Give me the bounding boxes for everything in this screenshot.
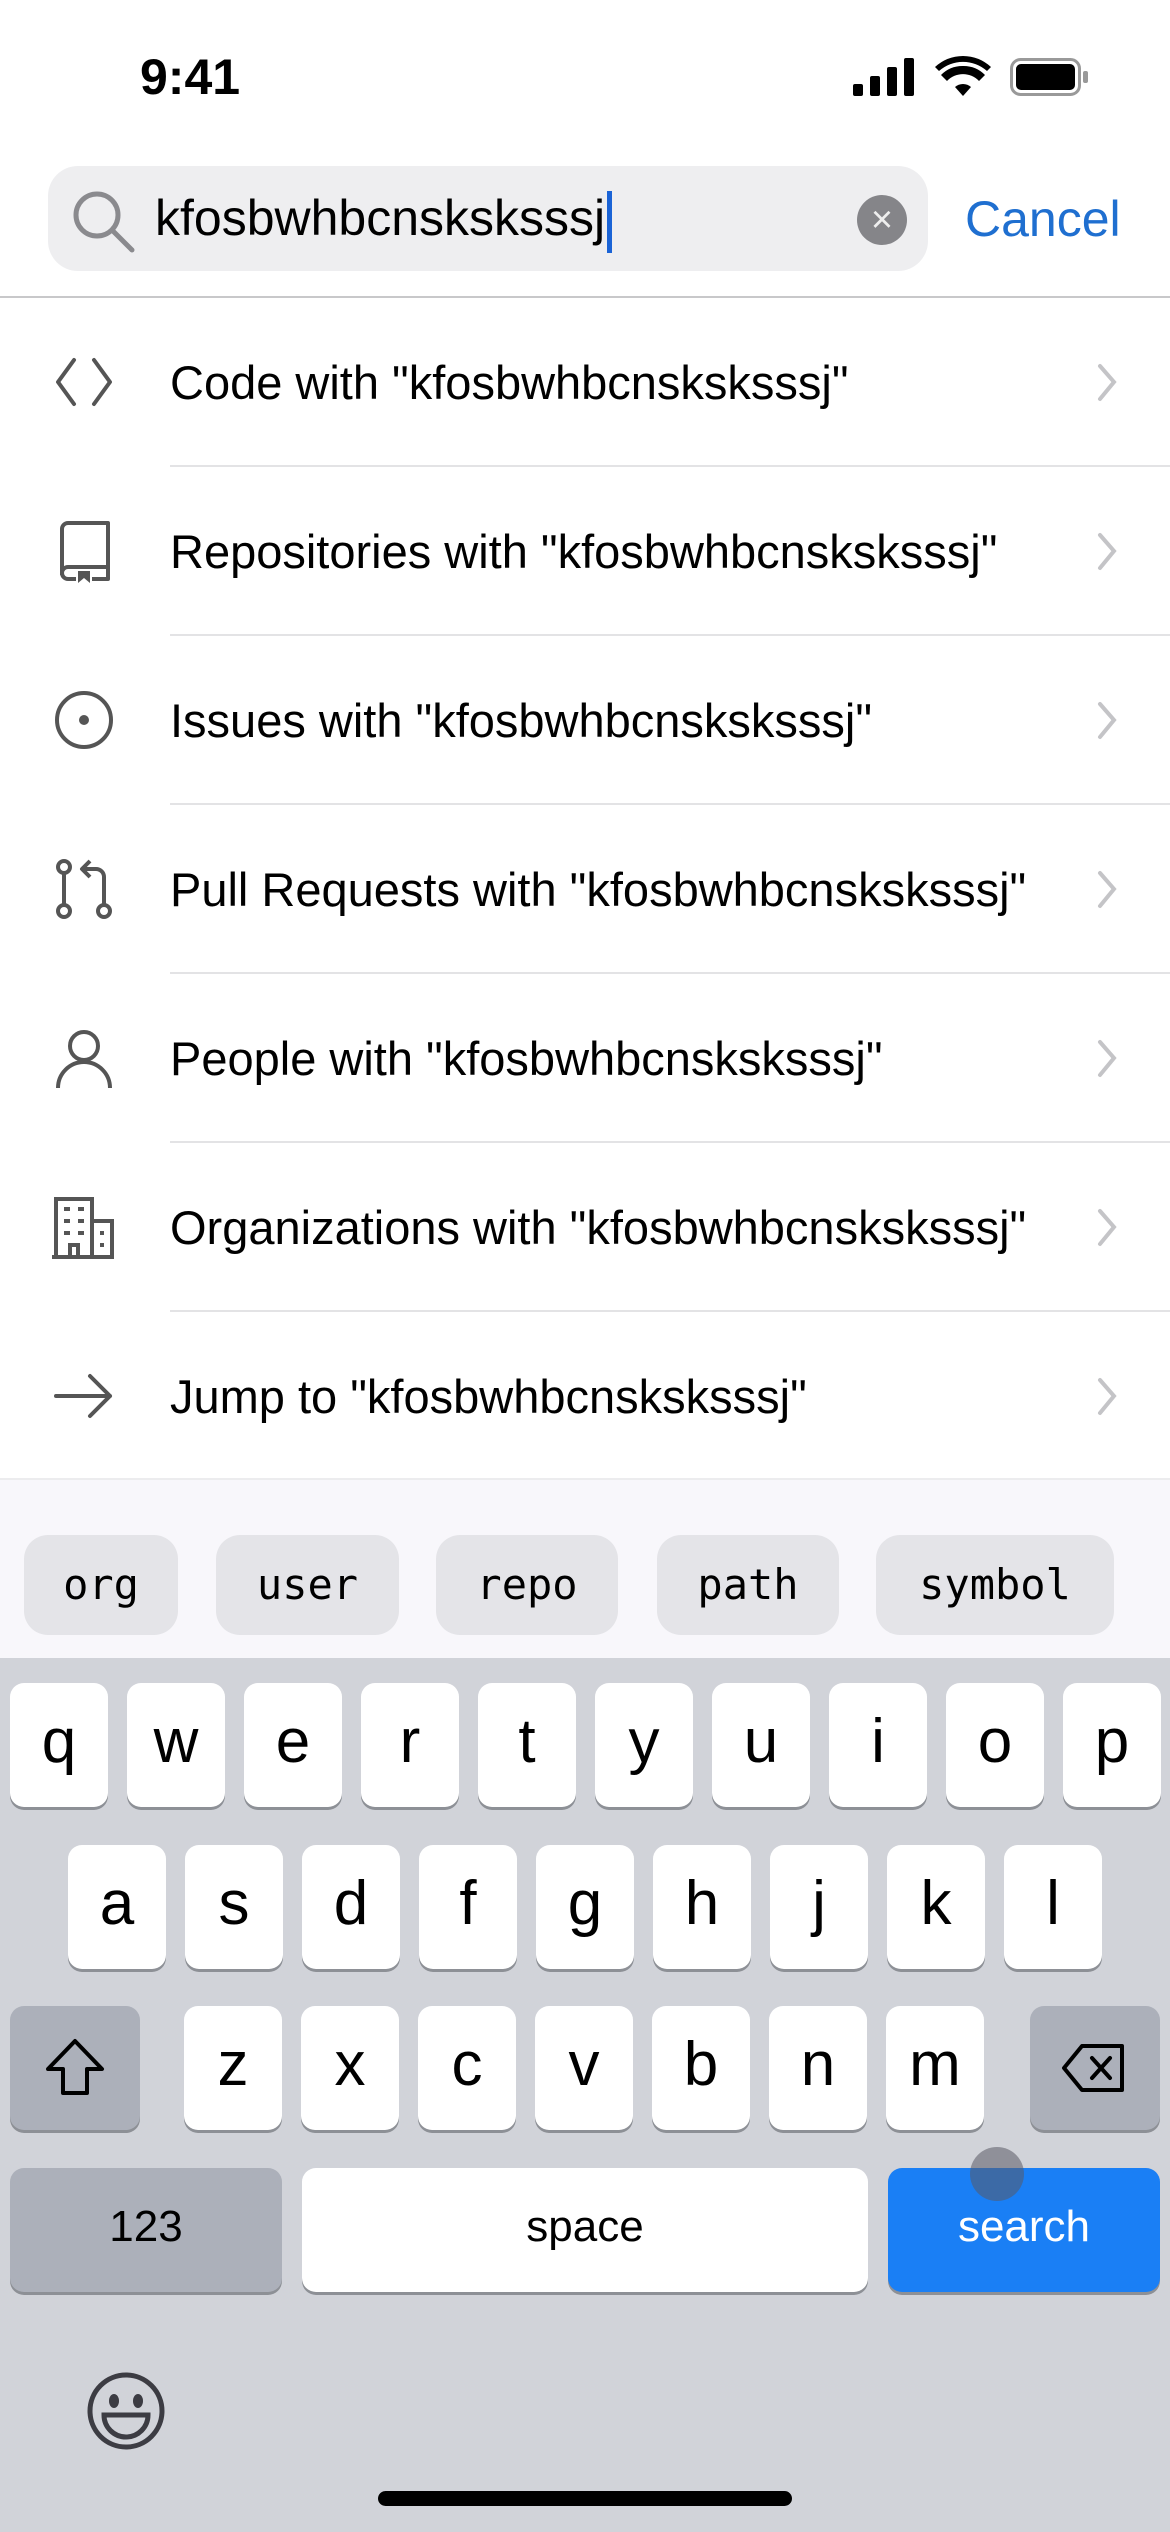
pull-request-icon — [56, 859, 112, 919]
key-s[interactable]: s — [185, 1845, 283, 1969]
shift-icon — [46, 2039, 104, 2095]
key-j[interactable]: j — [770, 1845, 868, 1969]
result-label: Jump to "kfosbwhbcnsksksssj" — [170, 1370, 807, 1423]
result-label: Organizations with "kfosbwhbcnsksksssj" — [170, 1201, 1027, 1254]
space-key[interactable]: space — [302, 2168, 868, 2292]
qualifier-org[interactable]: org — [24, 1535, 178, 1635]
search-result-issue[interactable]: Issues with "kfosbwhbcnsksksssj" — [0, 636, 1170, 805]
key-t[interactable]: t — [478, 1683, 576, 1807]
qualifier-symbol[interactable]: symbol — [876, 1535, 1114, 1635]
key-x[interactable]: x — [301, 2006, 399, 2130]
numbers-key[interactable]: 123 — [10, 2168, 282, 2292]
chevron-right-icon — [1098, 702, 1117, 739]
key-d[interactable]: d — [302, 1845, 400, 1969]
clear-search-button[interactable]: × — [857, 195, 907, 245]
key-h[interactable]: h — [653, 1845, 751, 1969]
key-l[interactable]: l — [1004, 1845, 1102, 1969]
key-i[interactable]: i — [829, 1683, 927, 1807]
key-n[interactable]: n — [769, 2006, 867, 2130]
search-result-organization[interactable]: Organizations with "kfosbwhbcnsksksssj" — [0, 1143, 1170, 1312]
search-icon — [73, 191, 135, 253]
organization-icon — [52, 1197, 114, 1259]
backspace-icon — [1062, 2044, 1124, 2092]
qualifier-repo[interactable]: repo — [436, 1535, 618, 1635]
chevron-right-icon — [1098, 1378, 1117, 1415]
key-r[interactable]: r — [361, 1683, 459, 1807]
search-result-pull-request[interactable]: Pull Requests with "kfosbwhbcnsksksssj" — [0, 805, 1170, 974]
key-w[interactable]: w — [127, 1683, 225, 1807]
key-b[interactable]: b — [652, 2006, 750, 2130]
issue-icon — [55, 691, 113, 749]
status-time: 9:41 — [140, 49, 241, 105]
result-label: People with "kfosbwhbcnsksksssj" — [170, 1032, 883, 1085]
key-f[interactable]: f — [419, 1845, 517, 1969]
key-c[interactable]: c — [418, 2006, 516, 2130]
search-result-arrow-right[interactable]: Jump to "kfosbwhbcnsksksssj" — [0, 1312, 1170, 1481]
chevron-right-icon — [1098, 1209, 1117, 1246]
search-result-repo[interactable]: Repositories with "kfosbwhbcnsksksssj" — [0, 467, 1170, 636]
search-query-text: kfosbwhbcnsksksssj — [155, 190, 606, 246]
search-result-person[interactable]: People with "kfosbwhbcnsksksssj" — [0, 974, 1170, 1143]
code-icon — [56, 358, 112, 406]
key-g[interactable]: g — [536, 1845, 634, 1969]
key-q[interactable]: q — [10, 1683, 108, 1807]
key-v[interactable]: v — [535, 2006, 633, 2130]
key-p[interactable]: p — [1063, 1683, 1161, 1807]
chevron-right-icon — [1098, 871, 1117, 908]
qualifier-suggestion-bar: org user repo path symbol — [0, 1478, 1170, 1658]
arrow-right-icon — [54, 1374, 112, 1418]
search-input[interactable]: kfosbwhbcnsksksssj — [155, 188, 613, 253]
home-indicator — [378, 2491, 792, 2506]
key-a[interactable]: a — [68, 1845, 166, 1969]
wifi-icon — [935, 56, 991, 96]
chevron-right-icon — [1098, 533, 1117, 570]
delete-key[interactable] — [1030, 2006, 1160, 2130]
text-caret — [607, 190, 613, 253]
key-z[interactable]: z — [184, 2006, 282, 2130]
qualifier-user[interactable]: user — [216, 1535, 399, 1635]
battery-icon — [1010, 58, 1088, 96]
search-key[interactable]: search — [888, 2168, 1160, 2292]
chevron-right-icon — [1098, 364, 1117, 401]
cancel-button[interactable]: Cancel — [965, 190, 1121, 248]
emoji-icon[interactable] — [86, 2371, 166, 2451]
key-o[interactable]: o — [946, 1683, 1044, 1807]
key-m[interactable]: m — [886, 2006, 984, 2130]
key-k[interactable]: k — [887, 1845, 985, 1969]
repo-icon — [60, 521, 110, 583]
result-label: Repositories with "kfosbwhbcnsksksssj" — [170, 525, 998, 578]
person-icon — [56, 1030, 112, 1089]
qualifier-path[interactable]: path — [657, 1535, 839, 1635]
shift-key[interactable] — [10, 2006, 140, 2130]
key-e[interactable]: e — [244, 1683, 342, 1807]
result-label: Pull Requests with "kfosbwhbcnsksksssj" — [170, 863, 1027, 916]
chevron-right-icon — [1098, 1040, 1117, 1077]
result-label: Issues with "kfosbwhbcnsksksssj" — [170, 694, 873, 747]
cellular-signal-icon — [853, 58, 914, 96]
key-y[interactable]: y — [595, 1683, 693, 1807]
key-u[interactable]: u — [712, 1683, 810, 1807]
result-label: Code with "kfosbwhbcnsksksssj" — [170, 356, 849, 409]
touch-indicator — [970, 2147, 1024, 2201]
search-result-code[interactable]: Code with "kfosbwhbcnsksksssj" — [0, 298, 1170, 467]
